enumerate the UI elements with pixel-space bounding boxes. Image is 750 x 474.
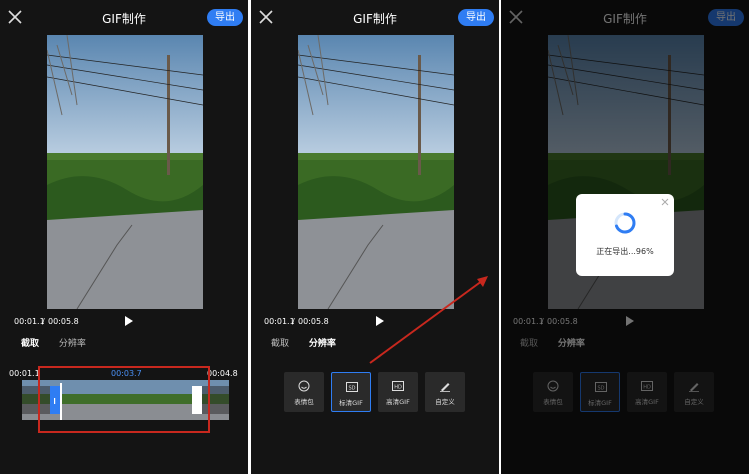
annotation-arrow: [369, 276, 488, 364]
